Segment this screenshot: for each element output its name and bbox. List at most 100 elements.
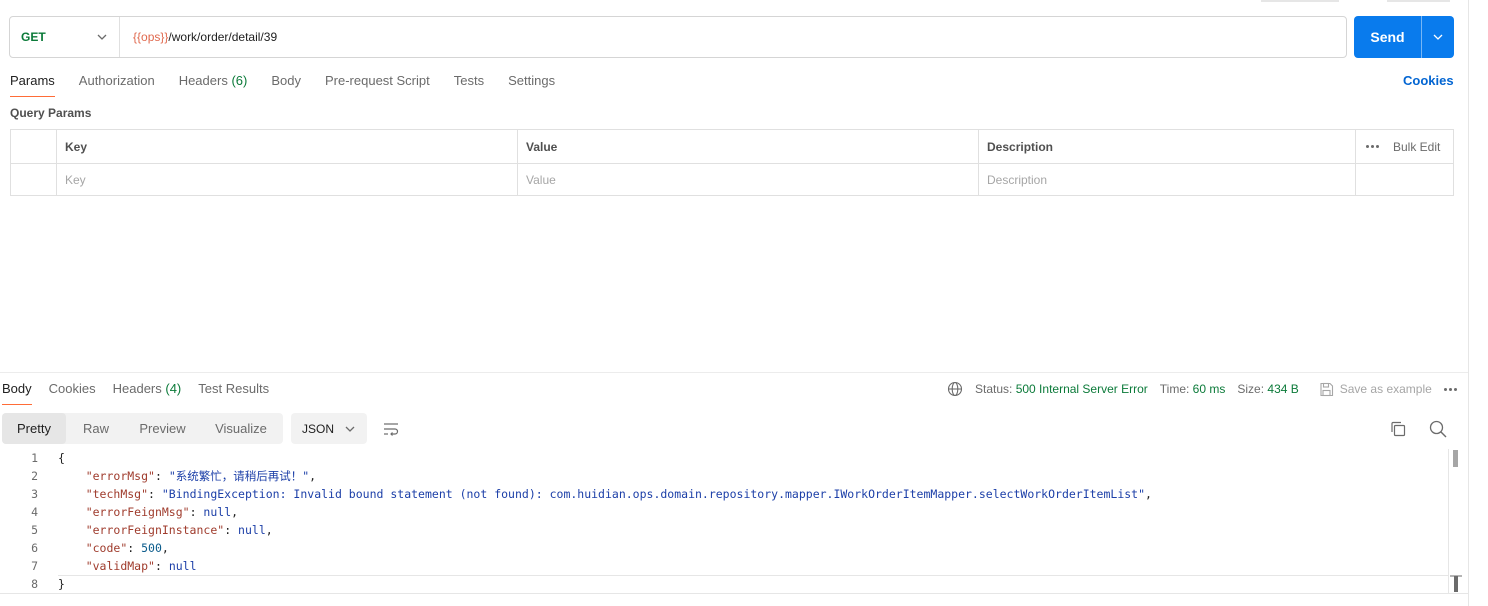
tab-tests[interactable]: Tests — [454, 73, 484, 97]
code-text: "code": 500, — [85, 541, 169, 555]
chevron-down-icon — [1433, 34, 1443, 40]
scrollbar-thumb[interactable] — [1453, 450, 1458, 467]
url-variable: {{ops}} — [133, 30, 169, 44]
line-number: 3 — [31, 487, 38, 501]
save-as-example-label: Save as example — [1339, 382, 1432, 396]
tab-label: Headers — [178, 73, 228, 88]
checkbox-column-header — [11, 130, 56, 163]
method-select[interactable]: GET — [10, 17, 120, 57]
tab-label: Body — [2, 381, 32, 396]
search-icon[interactable] — [1428, 419, 1448, 439]
json-value: null — [203, 505, 232, 519]
json-key: "code" — [85, 541, 128, 555]
tab-label: Body — [271, 73, 301, 88]
param-value-input[interactable]: Value — [517, 164, 978, 196]
code-line: 6 "code": 500, — [0, 539, 1448, 557]
tab-count: (4) — [165, 381, 182, 396]
code-line: 3 "techMsg": "BindingException: Invalid … — [0, 485, 1448, 503]
view-visualize[interactable]: Visualize — [199, 413, 283, 444]
response-tab-body[interactable]: Body — [2, 381, 32, 405]
tab-body[interactable]: Body — [271, 73, 301, 97]
row-actions-cell — [1355, 164, 1453, 196]
row-checkbox-cell — [11, 164, 56, 196]
response-tab-headers[interactable]: Headers (4) — [113, 381, 182, 405]
line-number: 8 — [31, 577, 38, 591]
tab-headers[interactable]: Headers (6) — [179, 73, 248, 97]
format-select[interactable]: JSON — [291, 413, 367, 444]
response-tab-cookies[interactable]: Cookies — [49, 381, 96, 405]
json-trail: , — [265, 523, 273, 537]
pane-divider — [1468, 0, 1469, 606]
editor-scrollbar[interactable] — [1448, 449, 1462, 593]
line-number: 4 — [31, 505, 38, 519]
tab-label: Pre-request Script — [324, 73, 430, 88]
time-value[interactable]: 60 ms — [1193, 382, 1226, 396]
code-line: 4 "errorFeignMsg": null, — [0, 503, 1448, 521]
chevron-down-icon — [345, 426, 355, 432]
tab-label: Test Results — [198, 381, 270, 396]
line-number: 6 — [31, 541, 38, 555]
request-tabs: Params Authorization Headers (6) Body Pr… — [10, 73, 579, 97]
size-value[interactable]: 434 B — [1267, 382, 1298, 396]
tab-pre-request-script[interactable]: Pre-request Script — [325, 73, 430, 97]
column-header-key: Key — [56, 130, 517, 163]
table-row: Key Value Description — [11, 163, 1453, 196]
tab-label: Authorization — [78, 73, 155, 88]
json-value: "系统繁忙，请稍后再试！" — [168, 469, 310, 483]
send-options-button[interactable] — [1421, 16, 1454, 58]
json-key: "validMap" — [85, 559, 155, 573]
tab-authorization[interactable]: Authorization — [79, 73, 155, 97]
wrap-lines-icon[interactable] — [382, 420, 400, 438]
url-input[interactable]: {{ops}}/work/order/detail/39 — [120, 30, 277, 44]
json-key: "errorMsg" — [85, 469, 155, 483]
params-table: Key Value Description Bulk Edit Key Valu… — [10, 129, 1454, 196]
url-path: /work/order/detail/39 — [168, 30, 278, 44]
status-value[interactable]: 500 Internal Server Error — [1016, 382, 1148, 396]
column-header-value: Value — [517, 130, 978, 163]
json-value: null — [168, 559, 197, 573]
globe-icon[interactable] — [947, 381, 963, 397]
tab-label: Params — [10, 73, 55, 88]
view-pretty[interactable]: Pretty — [2, 413, 66, 444]
more-options-icon[interactable] — [1443, 387, 1457, 391]
tab-label: Tests — [453, 73, 485, 88]
view-raw[interactable]: Raw — [66, 413, 126, 444]
save-as-example-button[interactable]: Save as example — [1319, 382, 1432, 397]
json-trail: , — [1145, 487, 1152, 501]
copy-icon[interactable] — [1389, 420, 1407, 438]
bulk-edit-button[interactable]: Bulk Edit — [1393, 140, 1440, 154]
code-text: "errorFeignMsg": null, — [85, 505, 239, 519]
more-options-icon[interactable] — [1366, 145, 1379, 148]
code-text: "errorFeignInstance": null, — [85, 523, 273, 537]
line-number: 1 — [31, 451, 38, 465]
json-value: 500 — [141, 541, 162, 555]
view-preview[interactable]: Preview — [126, 413, 199, 444]
current-line-highlight — [58, 575, 1448, 593]
tab-settings[interactable]: Settings — [508, 73, 555, 97]
cookies-link[interactable]: Cookies — [1403, 73, 1454, 88]
table-header-row: Key Value Description Bulk Edit — [11, 130, 1453, 163]
status-label: Status: — [975, 382, 1013, 396]
json-value: "BindingException: Invalid bound stateme… — [161, 487, 1146, 501]
format-label: JSON — [302, 421, 335, 436]
json-trail: , — [161, 541, 169, 555]
response-body-editor[interactable]: 1 { 2 "errorMsg": "系统繁忙，请稍后再试！", 3 "tech… — [0, 449, 1448, 593]
send-button[interactable]: Send — [1354, 16, 1421, 58]
json-trail: , — [231, 505, 239, 519]
tab-count: (6) — [231, 73, 248, 88]
tab-label: Settings — [508, 73, 556, 88]
size-label: Size: — [1237, 382, 1265, 396]
save-icon — [1320, 382, 1333, 396]
param-key-input[interactable]: Key — [56, 164, 517, 196]
tab-label: Cookies — [48, 381, 96, 396]
query-params-title: Query Params — [10, 106, 92, 120]
line-number: 5 — [31, 523, 38, 537]
tab-params[interactable]: Params — [10, 73, 55, 97]
code-line: 1 { — [0, 449, 1448, 467]
code-line: 2 "errorMsg": "系统繁忙，请稍后再试！", — [0, 467, 1448, 485]
param-description-input[interactable]: Description — [978, 164, 1355, 196]
tab-label: Headers — [112, 381, 162, 396]
send-button-group: Send — [1354, 16, 1454, 58]
view-mode-selector: Pretty Raw Preview Visualize — [2, 413, 283, 444]
response-tab-test-results[interactable]: Test Results — [198, 381, 269, 405]
